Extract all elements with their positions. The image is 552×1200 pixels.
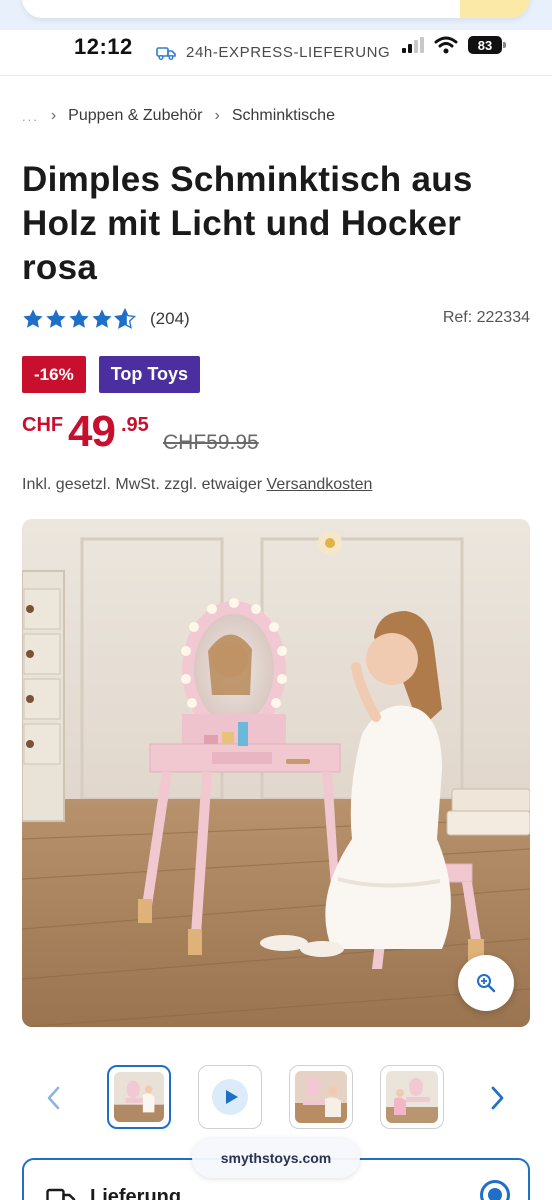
zoom-in-icon xyxy=(477,974,496,993)
chevron-right-icon: › xyxy=(50,107,57,124)
breadcrumb-schminktische[interactable]: Schminktische xyxy=(232,107,335,125)
price-integer: 49 xyxy=(68,407,116,456)
product-main-image[interactable] xyxy=(22,519,530,1027)
price-currency: CHF xyxy=(22,414,64,436)
old-price: CHF59.95 xyxy=(163,431,259,454)
address-bar-accent xyxy=(460,0,530,18)
status-clock: 12:12 xyxy=(74,34,133,59)
tax-info: Inkl. gesetzl. MwSt. zzgl. etwaiger Vers… xyxy=(22,476,372,494)
address-bar-edge[interactable] xyxy=(22,0,530,18)
zoom-button[interactable] xyxy=(458,955,514,1011)
product-title: Dimples Schminktisch aus Holz mit Licht … xyxy=(22,160,473,287)
express-text: 24h-EXPRESS-LIEFERUNG xyxy=(186,44,391,61)
thumbnail-video[interactable] xyxy=(198,1065,262,1129)
vanity-thumb-image xyxy=(295,1071,347,1123)
breadcrumb-ellipsis[interactable]: ... xyxy=(22,109,39,124)
breadcrumb: ... › Puppen & Zubehör › Schminktische xyxy=(22,107,335,125)
signal-icon xyxy=(402,37,424,53)
status-icons: 83 xyxy=(402,36,506,54)
discount-badge: -16% xyxy=(22,356,86,393)
thumbnail-1[interactable] xyxy=(107,1065,171,1129)
browser-top-sliver xyxy=(0,0,552,30)
star-full-icon xyxy=(23,309,43,328)
vanity-thumb-image xyxy=(386,1071,438,1123)
product-ref: Ref: 222334 xyxy=(442,309,530,326)
thumbnail-carousel xyxy=(0,1065,552,1131)
shipping-costs-link[interactable]: Versandkosten xyxy=(267,476,373,493)
chevron-right-icon: › xyxy=(214,107,220,124)
vanity-scene-illustration xyxy=(22,519,530,1027)
star-half-icon xyxy=(114,308,136,329)
rating-row: (204) Ref: 222334 xyxy=(22,306,530,332)
chevron-left-icon[interactable] xyxy=(44,1085,64,1111)
delivery-radio-selected[interactable] xyxy=(480,1180,510,1200)
battery-icon: 83 xyxy=(468,36,506,54)
truck-icon xyxy=(156,46,176,60)
star-full-icon xyxy=(46,309,66,328)
review-count-link[interactable]: (204) xyxy=(150,309,190,329)
price-decimal: .95 xyxy=(121,414,149,436)
rating-stars[interactable] xyxy=(22,308,136,330)
wifi-icon xyxy=(434,36,458,54)
top-toys-badge: Top Toys xyxy=(98,356,201,393)
thumbnail-4[interactable] xyxy=(380,1065,444,1129)
star-full-icon xyxy=(69,309,89,328)
chevron-right-icon[interactable] xyxy=(487,1085,507,1111)
status-bar: 12:12 24h-EXPRESS-LIEFERUNG 83 xyxy=(0,30,552,76)
tax-text: Inkl. gesetzl. MwSt. zzgl. etwaiger xyxy=(22,476,263,493)
play-icon xyxy=(212,1079,248,1115)
site-domain-pill[interactable]: smythstoys.com xyxy=(192,1138,360,1178)
breadcrumb-puppen-zubehoer[interactable]: Puppen & Zubehör xyxy=(68,107,202,125)
vanity-thumb-image xyxy=(114,1072,164,1122)
star-full-icon xyxy=(92,309,112,328)
express-delivery-banner: 24h-EXPRESS-LIEFERUNG xyxy=(156,44,390,61)
truck-icon xyxy=(46,1188,76,1200)
product-badges: -16% Top Toys xyxy=(22,356,201,393)
thumbnail-3[interactable] xyxy=(289,1065,353,1129)
delivery-label: Lieferung xyxy=(90,1186,182,1200)
